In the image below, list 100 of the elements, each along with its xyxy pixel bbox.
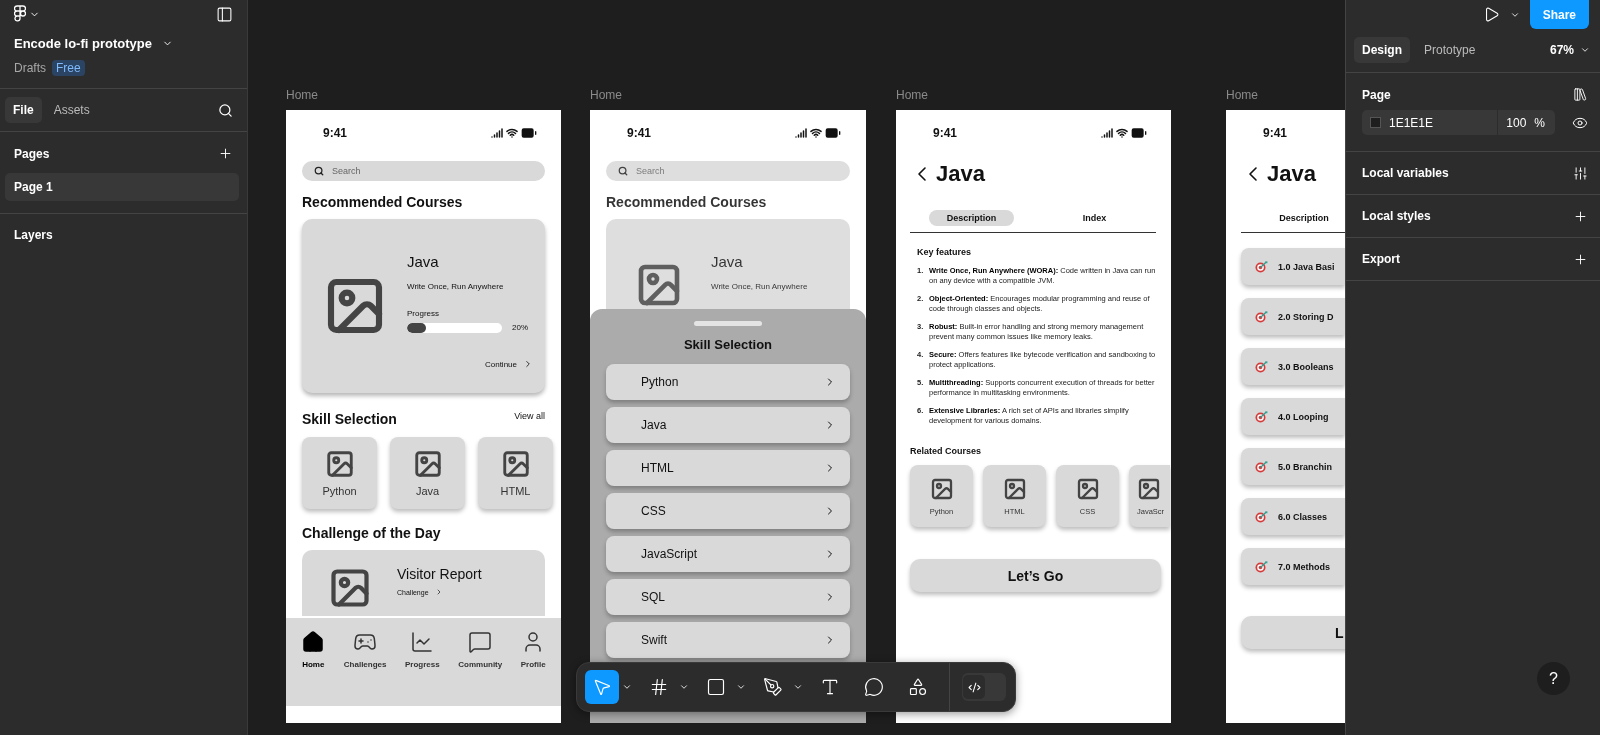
panel-tab[interactable]: Design: [1354, 37, 1410, 63]
panel-tab[interactable]: Prototype: [1416, 37, 1484, 63]
panel-tab[interactable]: Assets: [45, 97, 98, 123]
frame-label[interactable]: Home: [590, 88, 622, 102]
chevron-down-icon[interactable]: [1580, 45, 1590, 55]
image-icon: [1002, 476, 1027, 501]
lesson-item[interactable]: 4.0 Looping: [1241, 398, 1345, 435]
tab[interactable]: Description: [1261, 210, 1345, 226]
lets-go-button[interactable]: L: [1241, 616, 1345, 649]
chevron-down-icon[interactable]: [793, 682, 803, 692]
image-icon: [929, 476, 954, 501]
wifi-icon: [1116, 127, 1128, 139]
file-name[interactable]: Encode lo-fi prototype: [14, 36, 152, 51]
nav-item[interactable]: Profile: [520, 630, 546, 670]
square-icon: [706, 677, 726, 697]
help-button[interactable]: ?: [1537, 662, 1570, 695]
chevron-down-icon[interactable]: [736, 682, 746, 692]
target-icon: [1255, 410, 1268, 423]
code-icon: [967, 680, 981, 694]
course-title: Java: [407, 253, 439, 270]
search-icon: [618, 166, 628, 176]
course-card[interactable]: Java Write Once, Run Anywhere Progress 20% Continue: [302, 219, 545, 393]
skill-tile[interactable]: HTML: [478, 437, 553, 509]
section-title: Local variables: [1362, 166, 1449, 180]
lesson-item[interactable]: 1.0 Java Basi: [1241, 248, 1345, 285]
library-icon[interactable]: [1573, 87, 1588, 102]
skill-item[interactable]: Python: [606, 364, 850, 400]
add-icon[interactable]: [218, 146, 233, 161]
image-icon: [1137, 476, 1161, 501]
page-item[interactable]: Page 1: [5, 173, 239, 201]
nav-item[interactable]: Community: [458, 630, 503, 670]
pointer-icon: [592, 677, 612, 697]
tab[interactable]: Index: [1064, 210, 1125, 226]
lesson-item[interactable]: 3.0 Booleans: [1241, 348, 1345, 385]
image-icon: [412, 449, 443, 479]
frame-label[interactable]: Home: [896, 88, 928, 102]
search-icon: [314, 166, 324, 176]
skill-tile[interactable]: Python: [302, 437, 377, 509]
lesson-item[interactable]: 6.0 Classes: [1241, 498, 1345, 535]
skill-item[interactable]: SQL: [606, 579, 850, 615]
image-icon: [500, 449, 531, 479]
zoom-level[interactable]: 67%: [1549, 43, 1574, 57]
skill-item[interactable]: CSS: [606, 493, 850, 529]
view-all-link[interactable]: View all: [514, 411, 545, 421]
text-icon: [820, 677, 840, 697]
search-field[interactable]: Search: [302, 161, 545, 181]
nav-item[interactable]: Progress: [405, 630, 440, 670]
skill-item[interactable]: JavaScript: [606, 536, 850, 572]
status-time: 9:41: [1263, 126, 1288, 140]
frame-label[interactable]: Home: [286, 88, 318, 102]
add-icon[interactable]: [1573, 251, 1588, 267]
continue-link[interactable]: Continue: [484, 359, 533, 369]
section-heading: Recommended Courses: [606, 194, 768, 210]
section-title: Local styles: [1362, 209, 1431, 223]
skill-tile[interactable]: Java: [390, 437, 465, 509]
panel-tab[interactable]: File: [5, 97, 42, 123]
battery-icon: [521, 125, 537, 141]
skill-item[interactable]: Swift: [606, 622, 850, 658]
nav-item[interactable]: Home: [301, 630, 326, 670]
logo-icon[interactable]: [14, 5, 26, 23]
nav-icon: [410, 630, 435, 654]
challenge-title: Visitor Report: [397, 566, 482, 582]
comment-icon: [864, 677, 884, 697]
lesson-item[interactable]: 7.0 Methods: [1241, 548, 1345, 585]
section-heading: Related Courses: [910, 446, 983, 456]
progress-reading: 20%: [512, 323, 528, 332]
color-field[interactable]: 1E1E1E 100 %: [1362, 110, 1555, 135]
color-swatch[interactable]: [1370, 117, 1381, 128]
section-heading: Recommended Courses: [302, 194, 464, 210]
search-icon[interactable]: [218, 102, 233, 118]
nav-item[interactable]: Challenges: [343, 630, 387, 670]
plan-badge: Free: [52, 60, 85, 76]
course-title: Java: [711, 253, 743, 270]
lets-go-button[interactable]: Let’s Go: [910, 559, 1161, 592]
section-title: Pages: [14, 146, 50, 161]
progress-label: Progress: [407, 309, 439, 318]
move-tool[interactable]: [585, 670, 619, 704]
chevron-down-icon[interactable]: [622, 682, 632, 692]
sidebar-toggle-icon[interactable]: [216, 5, 233, 23]
target-icon: [1255, 260, 1268, 273]
chevron-down-icon[interactable]: [679, 682, 689, 692]
signal-icon: [491, 127, 503, 139]
target-icon: [1255, 510, 1268, 523]
section-title: Layers: [14, 228, 53, 242]
nav-icon: [301, 630, 326, 654]
add-icon[interactable]: [1573, 208, 1588, 224]
lesson-item[interactable]: 5.0 Branchin: [1241, 448, 1345, 485]
tab[interactable]: Description: [928, 210, 1015, 226]
sheet-handle[interactable]: [694, 321, 762, 326]
page-title: Java: [936, 161, 985, 187]
skill-item[interactable]: HTML: [606, 450, 850, 486]
dev-mode-toggle[interactable]: [962, 673, 1006, 701]
frame-label[interactable]: Home: [1226, 88, 1258, 102]
target-icon: [1255, 310, 1268, 323]
lesson-item[interactable]: 2.0 Storing D: [1241, 298, 1345, 335]
skill-item[interactable]: Java: [606, 407, 850, 443]
section-title: Export: [1362, 252, 1400, 266]
sliders-icon[interactable]: [1573, 165, 1588, 181]
signal-icon: [1101, 127, 1113, 139]
hash-icon: [649, 677, 669, 697]
